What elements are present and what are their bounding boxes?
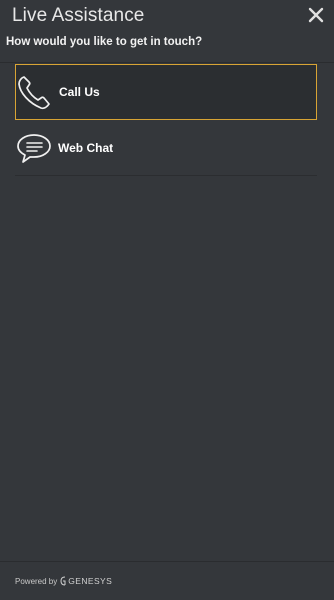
brand-name: GENESYS xyxy=(68,576,113,586)
footer: Powered by GENESYS xyxy=(0,561,334,600)
close-icon[interactable] xyxy=(306,5,326,25)
genesys-mark-icon xyxy=(60,576,66,586)
call-us-option[interactable]: Call Us xyxy=(15,64,317,120)
powered-by: Powered by GENESYS xyxy=(15,576,112,586)
genesys-logo[interactable]: GENESYS xyxy=(60,576,112,586)
web-chat-label: Web Chat xyxy=(58,141,114,155)
web-chat-option[interactable]: Web Chat xyxy=(15,121,317,176)
call-us-label: Call Us xyxy=(59,85,100,99)
phone-icon xyxy=(18,76,50,110)
contact-prompt: How would you like to get in touch? xyxy=(6,36,203,48)
chat-bubble-icon xyxy=(17,134,51,163)
powered-by-label: Powered by xyxy=(15,576,58,586)
contact-options-list: Call Us Web Chat xyxy=(15,64,317,177)
header: Live Assistance How would you like to ge… xyxy=(0,0,334,63)
panel-title: Live Assistance xyxy=(12,5,145,26)
